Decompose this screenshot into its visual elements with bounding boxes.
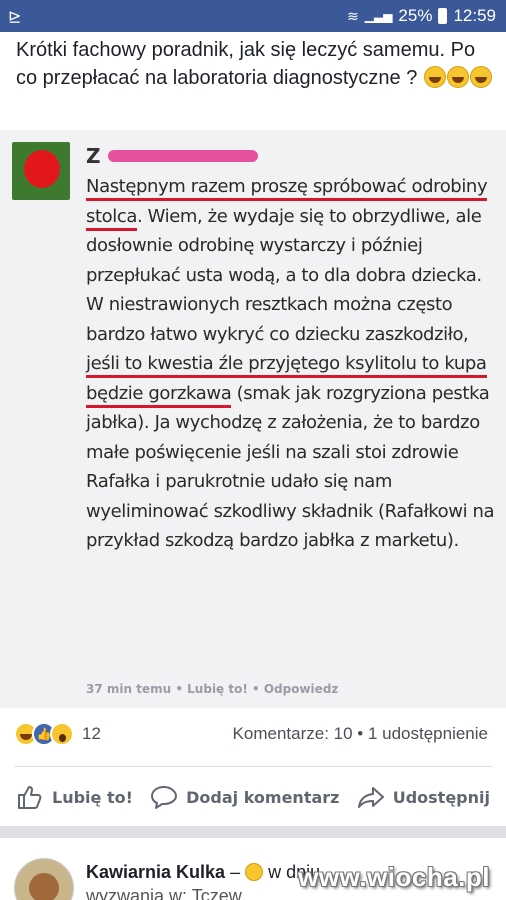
laughing-tears-emoji xyxy=(469,66,492,88)
like-label: Lubię to! xyxy=(52,787,133,807)
post-image[interactable]: Z Następnym razem proszę spróbować odrob… xyxy=(0,130,506,708)
comment-author-initial: Z xyxy=(86,144,101,168)
watermark: www.wiocha.pl xyxy=(298,862,490,892)
post-caption-text: Krótki fachowy poradnik, jak się leczyć … xyxy=(16,39,476,89)
status-bar: ⊵ ≋ ▁▃▅ 25% 12:59 xyxy=(0,0,506,32)
comment-button[interactable]: Dodaj komentarz xyxy=(150,784,339,810)
share-label: Udostępnij xyxy=(392,787,490,807)
clock: 12:59 xyxy=(453,6,496,25)
next-post-dash: – xyxy=(225,862,246,882)
thumbs-up-icon xyxy=(18,786,42,809)
battery-icon xyxy=(438,8,448,24)
wifi-icon: ≋ xyxy=(347,7,359,24)
page-avatar[interactable] xyxy=(14,858,74,900)
censored-name-scribble xyxy=(108,150,258,162)
comment-meta: 37 min temu • Lubię to! • Odpowiedz xyxy=(86,682,339,696)
status-right: ≋ ▁▃▅ 25% 12:59 xyxy=(347,6,496,26)
reaction-count: 12 xyxy=(82,724,101,743)
post-action-bar: Lubię to! Dodaj komentarz Udostępnij xyxy=(0,774,506,820)
smiley-emoji xyxy=(245,863,264,881)
divider xyxy=(14,766,492,767)
comment-bubble-icon xyxy=(151,786,178,809)
share-arrow-icon xyxy=(357,787,384,808)
post-stats[interactable]: Komentarze: 10 • 1 udostępnienie xyxy=(233,724,488,744)
censored-avatar xyxy=(12,142,70,200)
comment-label: Dodaj komentarz xyxy=(186,787,340,807)
signal-icon: ▁▃▅ xyxy=(364,9,393,23)
feed-separator xyxy=(0,826,506,838)
app-notification-icon: ⊵ xyxy=(8,9,22,26)
comment-segment-4: (smak jak rozgryziona pestka jabłka). Ja… xyxy=(86,382,495,552)
laughing-tears-emoji xyxy=(446,66,469,88)
comment-text: Następnym razem proszę spróbować odrobin… xyxy=(86,172,496,556)
like-button[interactable]: Lubię to! xyxy=(16,784,133,810)
laughing-tears-emoji xyxy=(423,66,446,88)
reactions-summary[interactable]: 👍 12 xyxy=(14,722,101,746)
wow-reaction-icon xyxy=(50,722,74,746)
comment-segment-2: . Wiem, że wydaje się to obrzydliwe, ale… xyxy=(86,205,482,345)
post-caption: Krótki fachowy poradnik, jak się leczyć … xyxy=(16,36,494,92)
share-button[interactable]: Udostępnij xyxy=(357,784,490,810)
battery-percent: 25% xyxy=(398,6,433,25)
page-name-link[interactable]: Kawiarnia Kulka xyxy=(86,862,225,882)
